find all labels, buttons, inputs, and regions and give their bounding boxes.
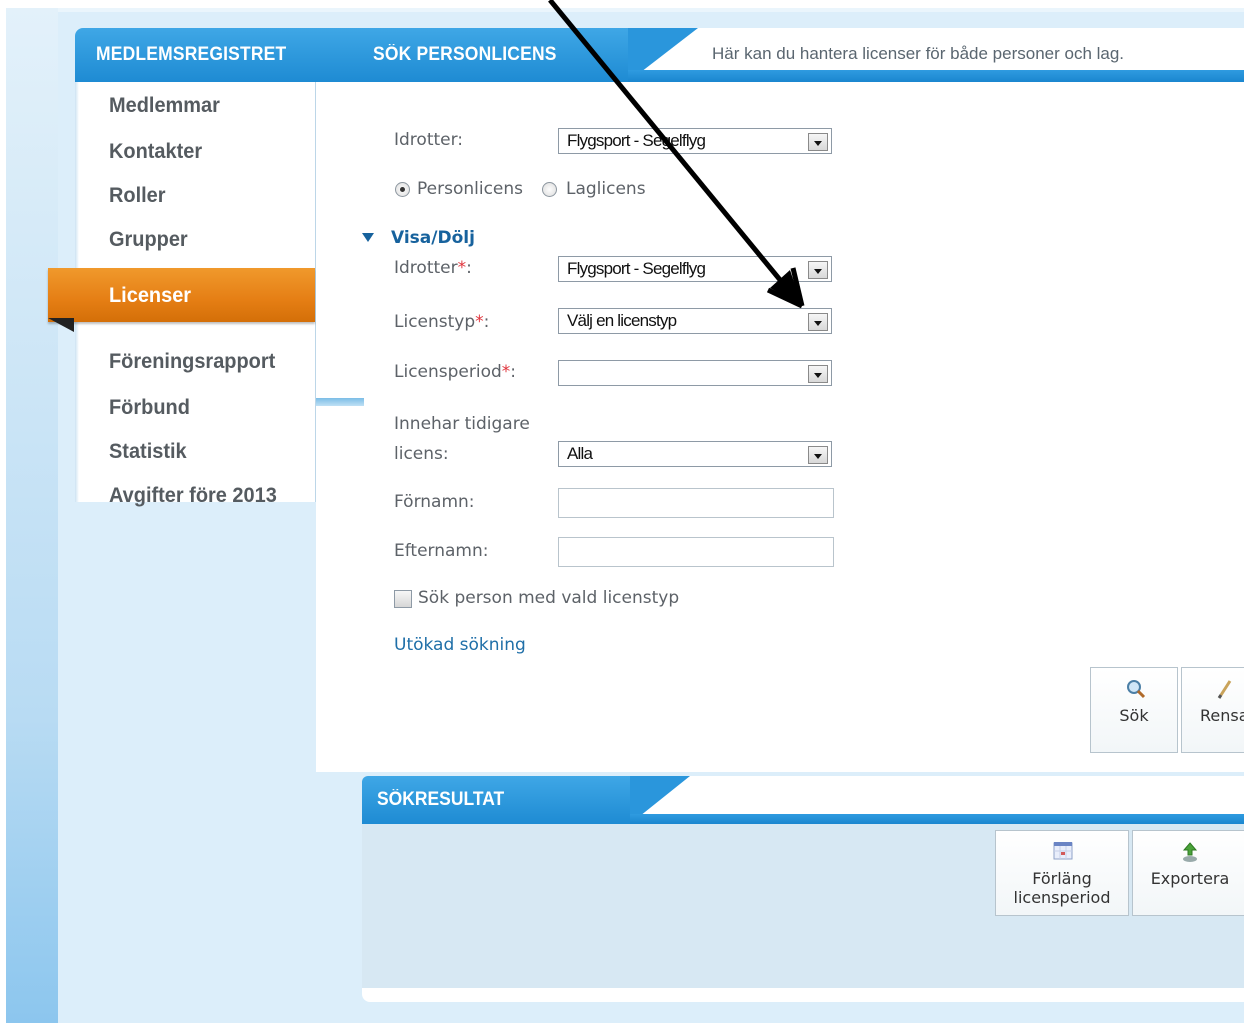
annotation-arrow-icon [548,0,805,309]
